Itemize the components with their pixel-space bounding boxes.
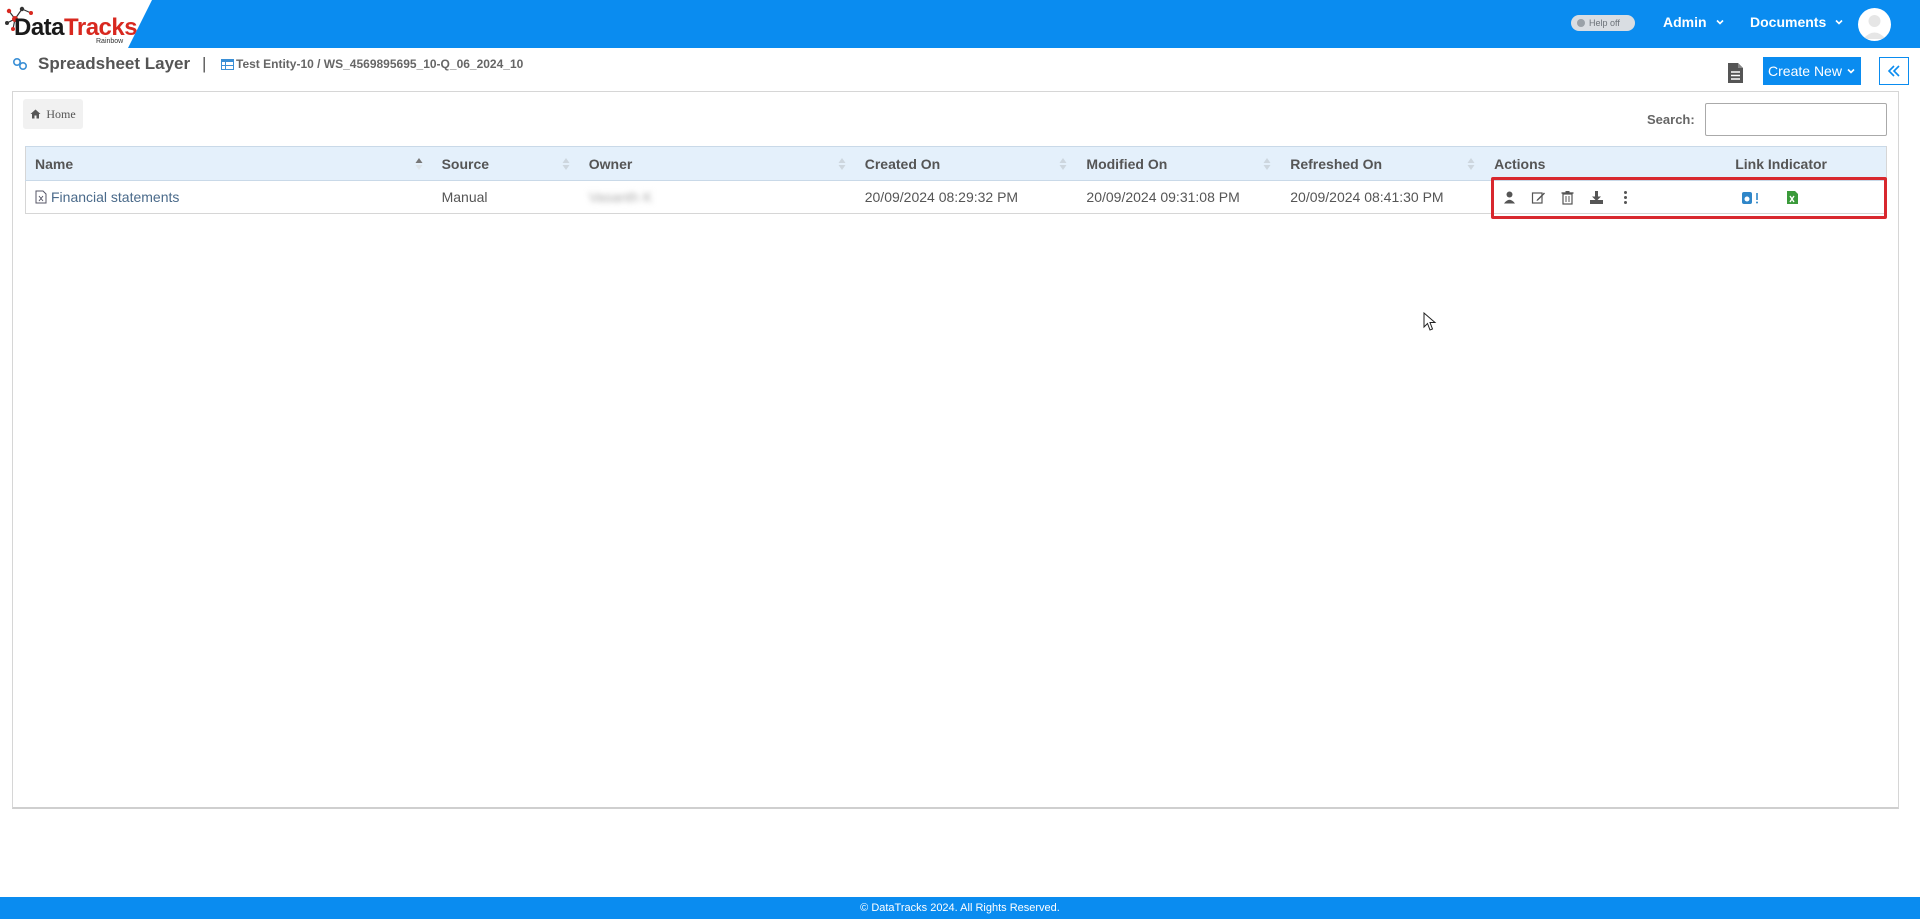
- excel-file-icon: [35, 190, 47, 204]
- sort-icon: [1059, 158, 1067, 170]
- help-toggle-label: Help off: [1589, 18, 1620, 28]
- collapse-panel-button[interactable]: [1879, 57, 1909, 85]
- column-header-modified-on[interactable]: Modified On: [1077, 146, 1282, 181]
- user-icon[interactable]: [1502, 190, 1517, 205]
- page-header: Spreadsheet Layer | Test Entity-10 / WS_…: [0, 48, 1920, 90]
- toggle-knob: [1577, 19, 1585, 27]
- search-label: Search:: [1647, 112, 1695, 127]
- table-row[interactable]: Financial statements Manual Vasanth K 20…: [24, 180, 1888, 214]
- column-header-label: Name: [35, 155, 74, 172]
- column-header-label: Source: [441, 155, 490, 172]
- admin-menu-label: Admin: [1663, 14, 1707, 30]
- chevron-down-icon: [1835, 19, 1843, 25]
- modified-on-cell: 20/09/2024 09:31:08 PM: [1077, 180, 1282, 214]
- mouse-cursor-icon: [1423, 312, 1437, 331]
- documents-menu[interactable]: Documents: [1750, 14, 1844, 30]
- copyright-text: © DataTracks 2024. All Rights Reserved.: [860, 902, 1060, 914]
- chevron-down-icon: [1847, 68, 1855, 74]
- column-header-label: Modified On: [1086, 155, 1168, 172]
- avatar-user-icon: [1863, 15, 1886, 39]
- sort-icon: [838, 158, 846, 170]
- link-indicator-cell: [1726, 180, 1888, 214]
- column-header-label: Created On: [864, 155, 941, 172]
- home-breadcrumb-label: Home: [46, 106, 76, 121]
- column-header-owner[interactable]: Owner: [579, 146, 856, 181]
- sort-icon: [1467, 158, 1475, 170]
- title-separator: |: [202, 54, 207, 73]
- help-toggle[interactable]: Help off: [1571, 15, 1635, 31]
- more-icon[interactable]: [1618, 190, 1633, 205]
- documents-menu-label: Documents: [1750, 14, 1827, 30]
- logo-subtitle: Rainbow: [96, 38, 124, 45]
- link-warning-icon[interactable]: [1741, 190, 1763, 205]
- delete-icon[interactable]: [1560, 190, 1575, 205]
- sort-ascending-icon: [415, 158, 423, 170]
- column-header-link-indicator: Link Indicator: [1726, 146, 1888, 181]
- column-header-created-on[interactable]: Created On: [855, 146, 1078, 181]
- brand-logo[interactable]: DataTracks Rainbow: [0, 0, 152, 48]
- name-cell[interactable]: Financial statements: [24, 180, 433, 214]
- create-new-button[interactable]: Create New: [1763, 57, 1861, 85]
- spreadsheet-table: Name Source Owner Created On Modified On…: [24, 146, 1888, 214]
- column-header-label: Refreshed On: [1290, 155, 1383, 172]
- create-new-label: Create New: [1768, 63, 1842, 79]
- refreshed-on-cell: 20/09/2024 08:41:30 PM: [1281, 180, 1486, 214]
- edit-icon[interactable]: [1531, 190, 1546, 205]
- document-icon: [1728, 63, 1743, 83]
- column-header-source[interactable]: Source: [432, 146, 580, 181]
- excel-link-icon[interactable]: [1785, 190, 1800, 205]
- sort-icon: [1263, 158, 1271, 170]
- column-header-actions: Actions: [1485, 146, 1727, 181]
- logo-word-data: Data: [14, 14, 65, 41]
- column-header-refreshed-on[interactable]: Refreshed On: [1281, 146, 1486, 181]
- logo-word-tracks: Tracks: [64, 14, 138, 41]
- table-icon: [221, 59, 234, 70]
- download-icon[interactable]: [1589, 190, 1604, 205]
- source-cell: Manual: [432, 180, 580, 214]
- spreadsheet-list-panel: Home Search: Name Source Owner Created O…: [12, 91, 1899, 809]
- top-navigation-bar: DataTracks Rainbow Help off Admin Docume…: [0, 0, 1920, 48]
- home-icon: [30, 109, 41, 119]
- document-button[interactable]: [1722, 60, 1748, 86]
- footer: © DataTracks 2024. All Rights Reserved.: [0, 897, 1920, 919]
- layer-link-icon: [12, 57, 28, 71]
- file-name-link[interactable]: Financial statements: [51, 189, 179, 205]
- actions-cell: [1485, 180, 1727, 214]
- admin-menu[interactable]: Admin: [1663, 14, 1725, 30]
- table-header-row: Name Source Owner Created On Modified On…: [24, 146, 1888, 181]
- page-title: Spreadsheet Layer: [38, 54, 191, 73]
- owner-cell: Vasanth K: [579, 180, 856, 214]
- owner-name: Vasanth K: [588, 189, 653, 205]
- double-chevron-left-icon: [1887, 65, 1900, 77]
- created-on-cell: 20/09/2024 08:29:32 PM: [855, 180, 1078, 214]
- home-breadcrumb[interactable]: Home: [23, 99, 83, 129]
- sort-icon: [562, 158, 570, 170]
- search-input[interactable]: [1705, 103, 1887, 136]
- entity-path-breadcrumb[interactable]: Test Entity-10 / WS_4569895695_10-Q_06_2…: [236, 57, 523, 71]
- column-header-name[interactable]: Name: [24, 146, 433, 181]
- user-avatar[interactable]: [1858, 8, 1891, 41]
- chevron-down-icon: [1715, 19, 1724, 25]
- column-header-label: Owner: [588, 155, 633, 172]
